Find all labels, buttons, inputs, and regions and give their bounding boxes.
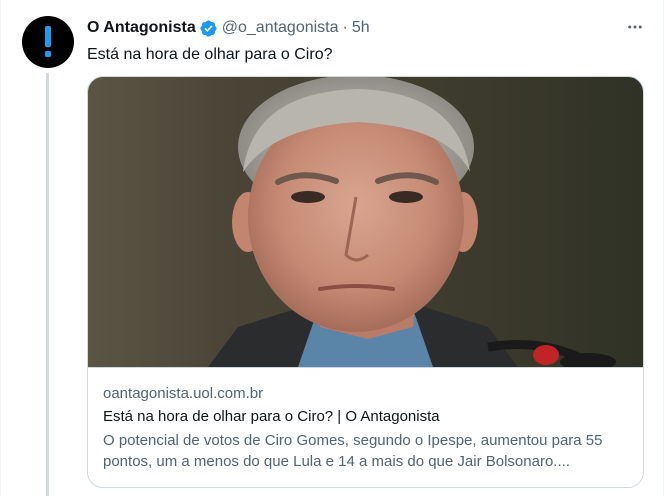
author-display-name[interactable]: O Antagonista: [87, 18, 196, 38]
tweet-text: Está na hora de olhar para o Ciro?: [87, 46, 333, 63]
avatar[interactable]: [22, 16, 74, 68]
verified-badge-icon: [199, 19, 218, 38]
author-handle[interactable]: @o_antagonista: [222, 18, 339, 38]
tweet-header: O Antagonista @o_antagonista · 5h: [87, 17, 647, 39]
thread-line: [46, 73, 49, 496]
tweet[interactable]: O Antagonista @o_antagonista · 5h Está n…: [0, 0, 664, 496]
more-options-icon[interactable]: [623, 15, 647, 39]
exclamation-icon: [45, 26, 51, 57]
card-description: O potencial de votos de Ciro Gomes, segu…: [103, 432, 603, 470]
card-title: Está na hora de olhar para o Ciro? | O A…: [103, 408, 440, 425]
card-image[interactable]: [88, 77, 643, 368]
link-preview-card[interactable]: oantagonista.uol.com.br Está na hora de …: [87, 76, 644, 488]
card-body: oantagonista.uol.com.br Está na hora de …: [103, 368, 631, 472]
separator-dot: ·: [342, 19, 348, 36]
portrait-photo: [88, 77, 643, 367]
card-domain: oantagonista.uol.com.br: [103, 385, 264, 402]
tweet-timestamp[interactable]: 5h: [352, 18, 370, 38]
